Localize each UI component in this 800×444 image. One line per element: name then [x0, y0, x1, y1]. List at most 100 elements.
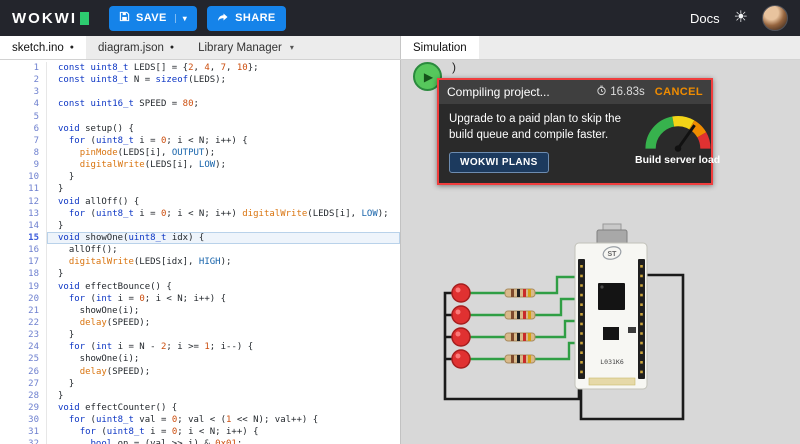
code-line-6[interactable]: 6 void setup() { — [0, 122, 400, 135]
tab-library-manager[interactable]: Library Manager ▾ — [186, 36, 306, 59]
code-text[interactable]: showOne(i); — [47, 353, 400, 365]
code-line-16[interactable]: 16 allOff(); — [0, 244, 400, 257]
code-line-13[interactable]: 13 for (uint8_t i = 0; i < N; i++) digit… — [0, 207, 400, 220]
code-line-32[interactable]: 32 bool on = (val >> i) & 0x01; — [0, 438, 400, 444]
stm32-board[interactable] — [574, 242, 648, 390]
wokwi-plans-button[interactable]: WOKWI PLANS — [449, 152, 549, 174]
topbar-right: Docs ☀ — [690, 5, 788, 31]
led-resistor-wires[interactable] — [469, 291, 505, 361]
theme-toggle-sun-icon[interactable]: ☀ — [734, 10, 748, 26]
code-text[interactable] — [47, 111, 400, 123]
code-text[interactable]: const uint8_t N = sizeof(LEDS); — [47, 74, 400, 86]
code-text[interactable]: delay(SPEED); — [47, 317, 400, 329]
code-line-23[interactable]: 23 } — [0, 329, 400, 342]
signal-wire-3[interactable] — [535, 319, 578, 339]
code-text[interactable]: const uint8_t LEDS[] = {2, 4, 7, 10}; — [47, 62, 400, 74]
signal-wire-1[interactable] — [535, 275, 578, 295]
code-text[interactable]: const uint16_t SPEED = 80; — [47, 98, 400, 110]
code-line-27[interactable]: 27 } — [0, 377, 400, 390]
code-line-25[interactable]: 25 showOne(i); — [0, 353, 400, 366]
led-2[interactable] — [451, 305, 471, 325]
code-text[interactable]: } — [47, 329, 400, 341]
code-line-17[interactable]: 17 digitalWrite(LEDS[idx], HIGH); — [0, 256, 400, 269]
code-line-11[interactable]: 11} — [0, 183, 400, 196]
wokwi-logo[interactable]: WOKWI — [12, 10, 89, 27]
signal-wire-2[interactable] — [535, 297, 578, 317]
save-button[interactable]: SAVE ▾ — [108, 5, 198, 31]
code-line-9[interactable]: 9 digitalWrite(LEDS[i], LOW); — [0, 159, 400, 172]
code-text[interactable]: for (int i = N - 2; i >= 1; i--) { — [47, 341, 400, 353]
user-avatar[interactable] — [762, 5, 788, 31]
code-text[interactable]: for (uint8_t i = 0; i < N; i++) digitalW… — [47, 208, 400, 220]
wokwi-app: WOKWI SAVE ▾ SHARE Docs ☀ sketch.ino ● d… — [0, 0, 800, 444]
code-text[interactable]: } — [47, 171, 400, 183]
code-text[interactable]: void showOne(uint8_t idx) { — [47, 231, 400, 245]
code-line-4[interactable]: 4 const uint16_t SPEED = 80; — [0, 98, 400, 111]
code-text[interactable]: } — [47, 378, 400, 390]
docs-link[interactable]: Docs — [690, 11, 720, 26]
code-line-3[interactable]: 3 — [0, 86, 400, 99]
share-button[interactable]: SHARE — [207, 5, 286, 31]
code-text[interactable]: digitalWrite(LEDS[idx], HIGH); — [47, 256, 400, 268]
resistor-3[interactable] — [504, 332, 536, 342]
code-line-1[interactable]: 1 const uint8_t LEDS[] = {2, 4, 7, 10}; — [0, 62, 400, 75]
code-line-30[interactable]: 30 for (uint8_t val = 0; val < (1 << N);… — [0, 414, 400, 427]
gauge-icon — [645, 116, 711, 152]
code-text[interactable]: void effectCounter() { — [47, 402, 400, 414]
code-line-20[interactable]: 20 for (int i = 0; i < N; i++) { — [0, 292, 400, 305]
resistor-2[interactable] — [504, 310, 536, 320]
code-line-26[interactable]: 26 delay(SPEED); — [0, 365, 400, 378]
logo-cursor-block-icon — [79, 11, 89, 25]
code-text[interactable]: } — [47, 220, 400, 232]
tab-sketch-ino[interactable]: sketch.ino ● — [0, 36, 87, 59]
code-line-8[interactable]: 8 pinMode(LEDS[i], OUTPUT); — [0, 146, 400, 160]
code-line-28[interactable]: 28} — [0, 389, 400, 402]
upgrade-message: Upgrade to a paid plan to skip the build… — [449, 113, 621, 141]
code-line-15[interactable]: 15 void showOne(uint8_t idx) { — [0, 231, 400, 245]
code-line-14[interactable]: 14} — [0, 219, 400, 232]
line-number: 29 — [0, 401, 47, 415]
tab-label: Simulation — [413, 41, 467, 54]
led-3[interactable] — [451, 327, 471, 347]
code-text[interactable]: pinMode(LEDS[i], OUTPUT); — [47, 147, 400, 159]
cancel-button[interactable]: CANCEL — [655, 86, 703, 98]
resistor-4[interactable] — [504, 354, 536, 364]
code-line-31[interactable]: 31 for (uint8_t i = 0; i < N; i++) { — [0, 426, 400, 439]
code-line-21[interactable]: 21 showOne(i); — [0, 304, 400, 317]
code-text[interactable]: digitalWrite(LEDS[i], LOW); — [47, 159, 400, 171]
code-text[interactable]: allOff(); — [47, 244, 400, 256]
code-text[interactable] — [47, 86, 400, 98]
code-line-19[interactable]: 19 void effectBounce() { — [0, 280, 400, 293]
code-line-12[interactable]: 12 void allOff() { — [0, 195, 400, 208]
tab-diagram-json[interactable]: diagram.json ● — [86, 36, 186, 59]
code-text[interactable]: showOne(i); — [47, 305, 400, 317]
save-dropdown-caret-icon[interactable]: ▾ — [174, 13, 187, 23]
code-text[interactable]: } — [47, 268, 400, 280]
code-text[interactable]: delay(SPEED); — [47, 366, 400, 378]
code-text[interactable]: bool on = (val >> i) & 0x01; — [47, 438, 400, 444]
code-text[interactable]: } — [47, 183, 400, 195]
code-text[interactable]: void effectBounce() { — [47, 281, 400, 293]
resistor-1[interactable] — [504, 288, 536, 298]
code-line-29[interactable]: 29 void effectCounter() { — [0, 401, 400, 415]
code-text[interactable]: for (uint8_t i = 0; i < N; i++) { — [47, 135, 400, 147]
code-text[interactable]: void setup() { — [47, 123, 400, 135]
code-text[interactable]: void allOff() { — [47, 196, 400, 208]
code-line-10[interactable]: 10 } — [0, 171, 400, 184]
led-4[interactable] — [451, 349, 471, 369]
code-line-5[interactable]: 5 — [0, 110, 400, 123]
code-text[interactable]: for (int i = 0; i < N; i++) { — [47, 293, 400, 305]
code-line-22[interactable]: 22 delay(SPEED); — [0, 316, 400, 330]
code-line-7[interactable]: 7 for (uint8_t i = 0; i < N; i++) { — [0, 134, 400, 147]
code-line-2[interactable]: 2 const uint8_t N = sizeof(LEDS); — [0, 74, 400, 87]
code-line-24[interactable]: 24 for (int i = N - 2; i >= 1; i--) { — [0, 341, 400, 354]
code-text[interactable]: for (uint8_t i = 0; i < N; i++) { — [47, 426, 400, 438]
code-text[interactable]: for (uint8_t val = 0; val < (1 << N); va… — [47, 414, 400, 426]
code-text[interactable]: } — [47, 390, 400, 402]
code-line-18[interactable]: 18} — [0, 268, 400, 281]
tab-simulation[interactable]: Simulation — [401, 36, 479, 59]
code-editor[interactable]: 1 const uint8_t LEDS[] = {2, 4, 7, 10}; 2 c… — [0, 60, 400, 444]
circuit-diagram[interactable]: ST L031K6 — [431, 223, 753, 444]
led-1[interactable] — [451, 283, 471, 303]
signal-wire-4[interactable] — [535, 341, 578, 361]
